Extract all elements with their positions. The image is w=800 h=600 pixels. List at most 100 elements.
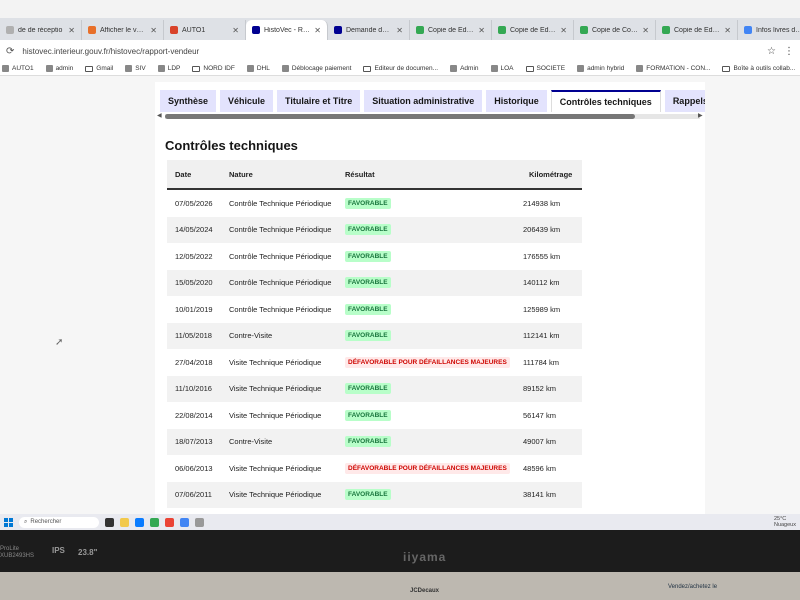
close-icon[interactable]: ✕ (478, 26, 485, 35)
monitor-brand-logo: iiyama (403, 550, 447, 564)
table-row: 27/04/2018 Visite Technique Périodique DÉF… (167, 349, 582, 376)
cell-km: 89152 km (523, 384, 556, 394)
app-icon[interactable] (165, 517, 174, 527)
bookmarks-bar: AUTO1 admin Gmail SIV LDP NORD IDF DHL Déblocag… (0, 62, 800, 76)
header-nature: Nature (229, 169, 253, 179)
bookmark-label: LDP (167, 65, 181, 72)
cell-result: FAVORABLE (343, 250, 523, 262)
browser-tab[interactable]: Copie de Editeur ✕ (656, 20, 738, 40)
more-menu-icon[interactable]: ⋮ (784, 46, 794, 57)
cell-result: FAVORABLE (343, 489, 523, 501)
bookmark-item[interactable]: AUTO1 (2, 65, 34, 72)
bookmark-label: admin hybrid (587, 65, 625, 72)
cell-nature: Visite Technique Périodique (229, 357, 322, 367)
close-icon[interactable]: ✕ (560, 26, 567, 35)
tab-situation-administrative[interactable]: Situation administrative (364, 90, 483, 112)
windows-start-icon[interactable] (4, 517, 13, 527)
table-row: 22/08/2014 Visite Technique Périodique FAV… (167, 402, 582, 429)
bookmark-item[interactable]: LDP (157, 65, 181, 72)
status-badge: FAVORABLE (345, 409, 391, 421)
bookmark-item[interactable]: admin (45, 65, 74, 72)
close-icon[interactable]: ✕ (642, 26, 649, 35)
desk-note-label: Vendez/achetez le (668, 584, 718, 590)
tab-favicon-icon (662, 26, 670, 34)
scroll-right-icon[interactable]: ▶ (698, 112, 703, 119)
chrome-active-icon[interactable] (180, 517, 189, 527)
browser-tab[interactable]: de de réceptio ✕ (0, 20, 82, 40)
close-icon[interactable]: ✕ (314, 26, 321, 35)
tab-controles-techniques[interactable]: Contrôles techniques (550, 90, 661, 112)
url-field[interactable]: histovec.interieur.gouv.fr/histovec/rapp… (22, 47, 759, 56)
browser-tab[interactable]: Copie de Editeur ✕ (492, 20, 574, 40)
browser-tab[interactable]: Copie de Copie d ✕ (574, 20, 656, 40)
task-view-icon[interactable] (105, 517, 114, 527)
bookmark-item[interactable]: Boîte à outils collab... (722, 65, 795, 72)
tab-label: de de réceptio (18, 26, 63, 34)
desk-paper-label: JCDecaux (410, 588, 440, 594)
close-icon[interactable]: ✕ (68, 26, 75, 35)
tab-rappels-constructeur[interactable]: Rappels constructeur (664, 90, 705, 112)
bookmark-item[interactable]: SOCIETE (525, 65, 565, 72)
browser-tab[interactable]: Infos livres de p✕ (738, 20, 800, 40)
scroll-left-icon[interactable]: ◀ (157, 112, 162, 119)
tab-label: Copie de Editeur (428, 26, 474, 34)
taskbar-search[interactable]: ⌕ Rechercher (19, 516, 99, 528)
close-icon[interactable]: ✕ (396, 26, 403, 35)
browser-tab[interactable]: Afficher le véhicu ✕ (82, 20, 164, 40)
tab-label: Demande de cert (346, 26, 392, 34)
chrome-icon[interactable] (150, 517, 159, 527)
scrollbar-thumb[interactable] (165, 114, 635, 119)
bookmark-item[interactable]: NORD IDF (192, 65, 235, 72)
tab-titulaire-et-titre[interactable]: Titulaire et Titre (277, 90, 361, 112)
bookmark-item[interactable]: Admin (450, 65, 479, 72)
bookmark-item[interactable]: DHL (246, 65, 270, 72)
close-icon[interactable]: ✕ (232, 26, 239, 35)
bookmark-star-icon[interactable]: ☆ (767, 46, 776, 57)
model-line1: ProLite (0, 546, 20, 552)
close-icon[interactable]: ✕ (724, 26, 731, 35)
browser-tab[interactable]: Copie de Editeur ✕ (410, 20, 492, 40)
cell-nature: Contrôle Technique Périodique (229, 198, 332, 208)
bookmark-item[interactable]: Gmail (85, 65, 113, 72)
search-icon: ⌕ (24, 518, 28, 525)
table-row: 14/05/2024 Contrôle Technique Périodique F… (167, 216, 582, 243)
bookmark-label: admin (55, 65, 74, 72)
bookmark-item[interactable]: FORMATION - CON... (636, 65, 710, 72)
folder-icon (525, 65, 534, 72)
status-badge: DÉFAVORABLE POUR DÉFAILLANCES MAJEURES (345, 462, 510, 474)
browser-tab[interactable]: AUTO1 ✕ (164, 20, 246, 40)
bookmark-label: Admin (460, 65, 479, 72)
cell-result: DÉFAVORABLE POUR DÉFAILLANCES MAJEURES (343, 356, 523, 368)
notepad-icon[interactable] (195, 517, 204, 527)
tab-synthese[interactable]: Synthèse (160, 90, 217, 112)
cell-date: 18/07/2013 (175, 437, 213, 447)
bookmark-icon (281, 65, 289, 72)
weather-widget[interactable]: 25°C Nuageux (774, 516, 796, 528)
tab-favicon-icon (416, 26, 424, 34)
tab-label: Infos livres de p (756, 26, 800, 34)
bookmark-label: SIV (135, 65, 146, 72)
edge-icon[interactable] (135, 517, 144, 527)
tab-historique[interactable]: Historique (486, 90, 547, 112)
bookmark-item[interactable]: admin hybrid (577, 65, 624, 72)
tab-vehicule[interactable]: Véhicule (220, 90, 274, 112)
bookmark-item[interactable]: SIV (125, 65, 146, 72)
tab-favicon-icon (88, 26, 96, 34)
tab-favicon-icon (498, 26, 506, 34)
cell-result: FAVORABLE (343, 303, 523, 315)
tab-label: Afficher le véhicu (100, 26, 146, 34)
cell-nature: Contrôle Technique Périodique (229, 251, 332, 261)
file-explorer-icon[interactable] (120, 517, 129, 527)
cell-nature: Contre-Visite (229, 437, 273, 447)
reload-icon[interactable]: ⟳ (6, 46, 14, 57)
model-line2: XUB2493HS (0, 553, 35, 559)
address-bar: ⟳ histovec.interieur.gouv.fr/histovec/ra… (0, 40, 800, 62)
browser-tab[interactable]: Demande de cert ✕ (328, 20, 410, 40)
bookmark-item[interactable]: Déblocage paiement (281, 65, 351, 72)
bookmark-item[interactable]: Editeur de documen... (363, 65, 438, 72)
bookmark-item[interactable]: LOA (490, 65, 514, 72)
close-icon[interactable]: ✕ (150, 26, 157, 35)
browser-tab[interactable]: HistoVec - Rapp ✕ (246, 20, 328, 40)
page-title: Contrôles techniques (165, 138, 298, 153)
tabs-scrollbar[interactable] (165, 114, 700, 119)
